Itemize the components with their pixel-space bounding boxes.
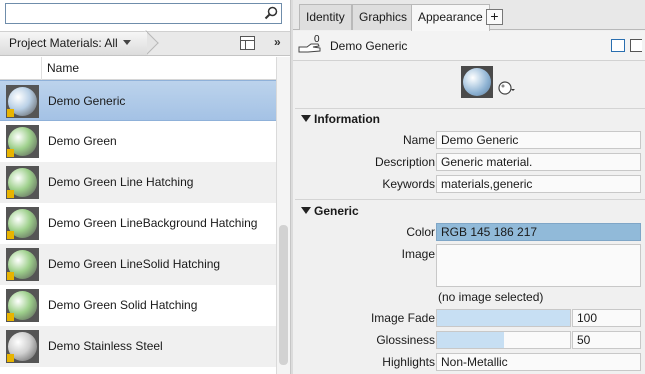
more-options-icon[interactable]: » xyxy=(274,35,281,49)
project-materials-filter-dropdown[interactable]: Project Materials: All xyxy=(0,32,147,55)
tab-strip: Identity Graphics Appearance + xyxy=(293,0,645,31)
list-scrollbar[interactable] xyxy=(276,57,290,374)
information-section-title: Information xyxy=(314,112,380,126)
list-item[interactable]: Demo Green Solid Hatching xyxy=(0,285,276,326)
keywords-field[interactable]: materials,generic xyxy=(436,175,641,193)
material-thumbnail xyxy=(6,330,39,363)
material-browser-panel: Project Materials: All » Name Demo Gener… xyxy=(0,0,290,374)
filter-bar: Project Materials: All » xyxy=(0,30,290,56)
keywords-label: Keywords xyxy=(382,177,435,191)
material-list: Demo Generic Demo Green Demo Green Line Ha… xyxy=(0,80,276,374)
tab-appearance[interactable]: Appearance xyxy=(411,4,490,31)
highlights-label: Highlights xyxy=(382,355,435,369)
image-fade-slider[interactable] xyxy=(436,309,571,327)
collapse-triangle-icon xyxy=(301,115,311,122)
chevron-down-icon xyxy=(122,40,131,45)
warning-badge-icon xyxy=(7,149,14,157)
glossiness-slider[interactable] xyxy=(436,331,571,349)
image-drop-box[interactable] xyxy=(436,244,641,287)
preview-options-icon[interactable] xyxy=(498,79,516,97)
list-item-label: Demo Green Line Hatching xyxy=(48,175,194,189)
material-thumbnail xyxy=(6,85,39,118)
scrollbar-thumb[interactable] xyxy=(279,225,288,365)
asset-header: 0 Demo Generic xyxy=(293,31,645,61)
section-divider xyxy=(295,108,645,109)
panel-layout-icon[interactable] xyxy=(240,36,255,50)
list-item[interactable]: Demo Green LineSolid Hatching xyxy=(0,244,276,285)
name-field[interactable]: Demo Generic xyxy=(436,131,641,149)
list-item-label: Demo Green Solid Hatching xyxy=(48,298,198,312)
color-label: Color xyxy=(406,225,435,239)
column-divider xyxy=(41,57,42,80)
glossiness-slider-fill xyxy=(437,332,504,348)
material-editor-panel: Identity Graphics Appearance + 0 Demo Ge… xyxy=(293,0,645,374)
material-thumbnail xyxy=(6,166,39,199)
preview-sphere xyxy=(463,68,491,96)
warning-badge-icon xyxy=(7,231,14,239)
material-thumbnail xyxy=(6,289,39,322)
list-item[interactable]: Demo Green LineBackground Hatching xyxy=(0,203,276,244)
collapse-triangle-icon xyxy=(301,207,311,214)
warning-badge-icon xyxy=(7,313,14,321)
search-icon[interactable] xyxy=(264,6,278,20)
list-item[interactable]: Demo Green xyxy=(0,121,276,162)
image-fade-value-field[interactable]: 100 xyxy=(572,309,641,327)
material-thumbnail xyxy=(6,248,39,281)
image-fade-label: Image Fade xyxy=(370,311,435,325)
tab-graphics[interactable]: Graphics xyxy=(352,4,415,30)
list-column-header: Name xyxy=(0,57,276,80)
description-label: Description xyxy=(374,155,435,169)
asset-usage-count: 0 xyxy=(314,34,320,45)
search-box[interactable] xyxy=(5,3,282,24)
add-tab-button[interactable]: + xyxy=(486,9,503,25)
material-preview-swatch xyxy=(461,66,493,98)
column-header-name[interactable]: Name xyxy=(47,61,79,75)
tab-identity[interactable]: Identity xyxy=(299,4,352,30)
warning-badge-icon xyxy=(7,272,14,280)
list-item[interactable]: Demo Generic xyxy=(0,80,276,121)
generic-section-title: Generic xyxy=(314,204,359,218)
image-status-note: (no image selected) xyxy=(438,290,544,304)
list-item[interactable]: Demo Stainless Steel xyxy=(0,326,276,367)
material-thumbnail xyxy=(6,125,39,158)
information-section-header[interactable]: Information xyxy=(301,112,380,126)
warning-badge-icon xyxy=(7,109,14,117)
replace-asset-icon[interactable] xyxy=(630,39,642,52)
section-divider xyxy=(295,199,645,200)
duplicate-asset-icon[interactable] xyxy=(611,39,625,52)
list-item-label: Demo Green LineSolid Hatching xyxy=(48,257,221,271)
name-label: Name xyxy=(402,133,435,147)
glossiness-value-field[interactable]: 50 xyxy=(572,331,641,349)
image-label: Image xyxy=(401,247,435,261)
warning-badge-icon xyxy=(7,190,14,198)
list-item-label: Demo Green xyxy=(48,134,117,148)
image-fade-slider-fill xyxy=(437,310,570,326)
generic-section-header[interactable]: Generic xyxy=(301,204,359,218)
warning-badge-icon xyxy=(7,354,14,362)
list-item-label: Demo Stainless Steel xyxy=(48,339,163,353)
highlights-dropdown[interactable]: Non-Metallic xyxy=(436,353,641,371)
glossiness-label: Glossiness xyxy=(376,333,435,347)
list-item[interactable]: Demo Green Line Hatching xyxy=(0,162,276,203)
color-field[interactable]: RGB 145 186 217 xyxy=(436,223,641,241)
description-field[interactable]: Generic material. xyxy=(436,153,641,171)
asset-title: Demo Generic xyxy=(330,39,408,53)
list-item-label: Demo Green LineBackground Hatching xyxy=(48,216,258,230)
material-thumbnail xyxy=(6,207,39,240)
filter-label: Project Materials: All xyxy=(9,36,118,50)
list-item-label: Demo Generic xyxy=(48,94,126,108)
search-input[interactable] xyxy=(6,4,256,23)
